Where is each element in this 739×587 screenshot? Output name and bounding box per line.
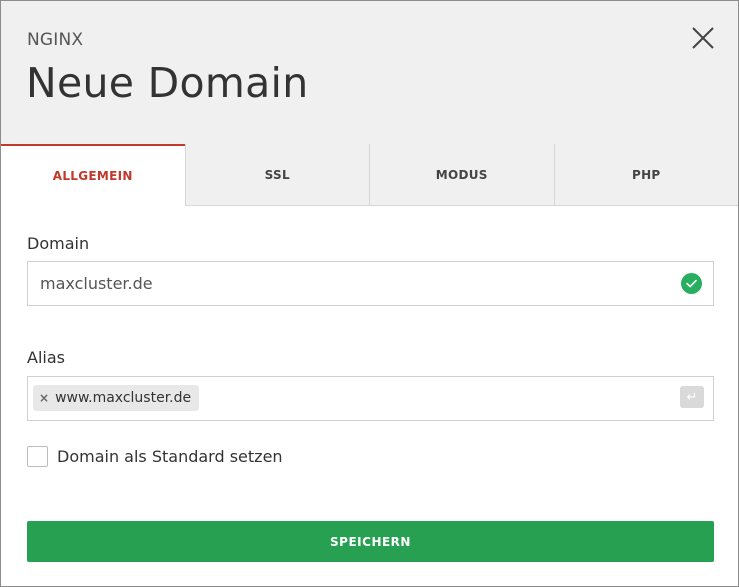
- alias-field[interactable]: × www.maxcluster.de ↵: [27, 376, 714, 421]
- tab-ssl[interactable]: SSL: [184, 144, 369, 205]
- save-button[interactable]: SPEICHERN: [27, 521, 714, 562]
- close-icon: [692, 27, 714, 49]
- check-circle-icon: [681, 273, 702, 294]
- enter-icon: ↵: [686, 389, 698, 405]
- default-domain-checkbox[interactable]: [27, 446, 48, 467]
- dialog-title: Neue Domain: [26, 59, 309, 107]
- new-domain-dialog: NGINX Neue Domain ALLGEMEIN SSL MODUS PH…: [0, 0, 739, 587]
- alias-tag: × www.maxcluster.de: [33, 385, 200, 411]
- tab-modus[interactable]: MODUS: [369, 144, 554, 205]
- dialog-header: NGINX Neue Domain: [1, 1, 738, 144]
- domain-label: Domain: [27, 234, 90, 253]
- dialog-subtitle: NGINX: [27, 30, 84, 50]
- tab-allgemein[interactable]: ALLGEMEIN: [1, 144, 185, 206]
- add-alias-button[interactable]: ↵: [680, 386, 704, 408]
- tag-remove-icon[interactable]: ×: [39, 391, 49, 405]
- tab-bar: ALLGEMEIN SSL MODUS PHP: [1, 144, 738, 206]
- domain-field: [27, 261, 714, 306]
- default-domain-label[interactable]: Domain als Standard setzen: [57, 447, 283, 466]
- alias-tag-label: www.maxcluster.de: [55, 390, 192, 406]
- tab-php[interactable]: PHP: [553, 144, 738, 205]
- domain-input[interactable]: [40, 262, 660, 305]
- alias-label: Alias: [27, 348, 65, 367]
- close-button[interactable]: [688, 23, 718, 53]
